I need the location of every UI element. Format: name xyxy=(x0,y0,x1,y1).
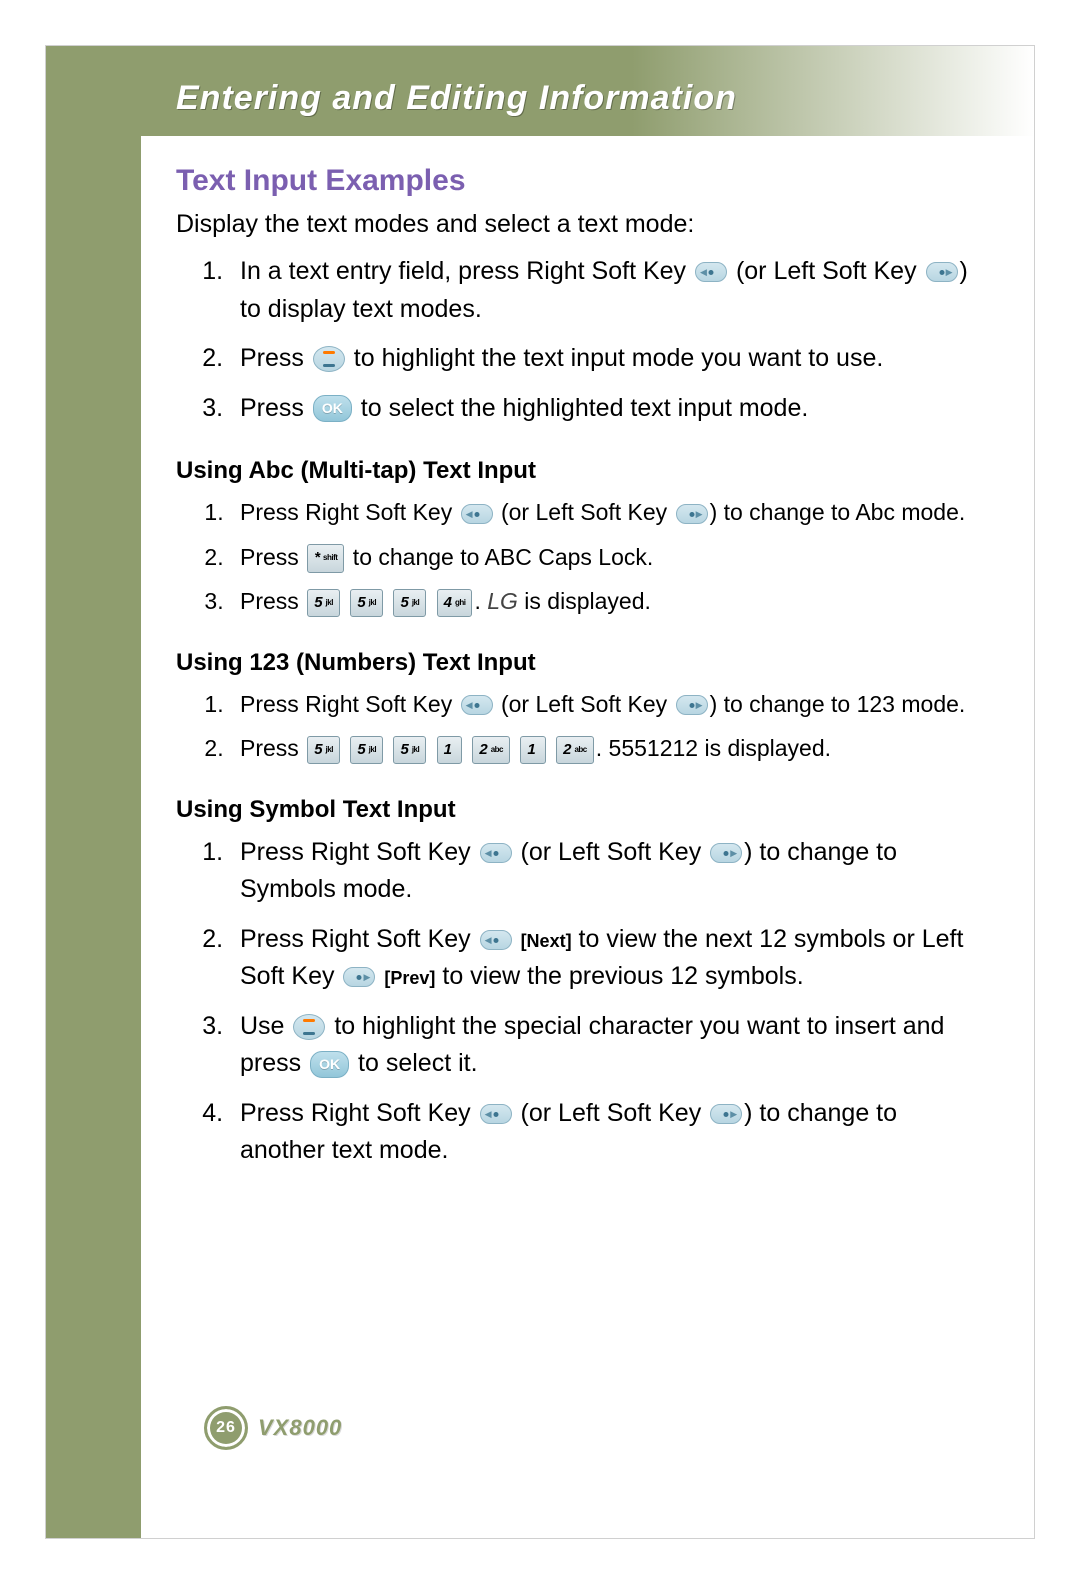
list-item: In a text entry field, press Right Soft … xyxy=(230,253,979,328)
softkey-right-icon xyxy=(710,843,742,863)
softkey-left-icon xyxy=(480,930,512,950)
top-steps: In a text entry field, press Right Soft … xyxy=(176,253,979,427)
section-intro: Display the text modes and select a text… xyxy=(176,210,979,239)
sym-title: Using Symbol Text Input xyxy=(176,796,979,824)
left-color-bar xyxy=(46,46,141,1538)
softkey-left-icon xyxy=(461,504,493,524)
abc-title: Using Abc (Multi-tap) Text Input xyxy=(176,457,979,485)
page-frame: Entering and Editing Information Text In… xyxy=(45,45,1035,1539)
num-title: Using 123 (Numbers) Text Input xyxy=(176,649,979,677)
phone-key-icon: 2abc xyxy=(472,736,510,765)
sym-steps: Press Right Soft Key (or Left Soft Key )… xyxy=(176,834,979,1170)
num-steps: Press Right Soft Key (or Left Soft Key )… xyxy=(176,687,979,766)
softkey-left-icon xyxy=(480,1104,512,1124)
list-item: Press Right Soft Key (or Left Soft Key )… xyxy=(230,687,979,722)
phone-key-icon: 1 xyxy=(437,736,462,765)
phone-key-icon: 1 xyxy=(520,736,545,765)
ok-key-icon: OK xyxy=(310,1051,349,1078)
list-item: Press to highlight the text input mode y… xyxy=(230,340,979,378)
ok-key-icon: OK xyxy=(313,395,352,422)
page-number: 26 xyxy=(216,1419,236,1437)
list-item: Press Right Soft Key [Next] to view the … xyxy=(230,921,979,996)
nav-key-icon xyxy=(293,1014,325,1040)
bold-label: [Next] xyxy=(521,931,572,951)
phone-key-icon: 5jkl xyxy=(350,736,383,765)
softkey-right-icon xyxy=(676,695,708,715)
phone-key-icon: 5jkl xyxy=(307,736,340,765)
footer: 26 VX8000 xyxy=(204,1406,342,1450)
phone-key-icon: 4ghi xyxy=(437,589,473,618)
bold-label: [Prev] xyxy=(384,968,435,988)
section-title: Text Input Examples xyxy=(176,164,979,198)
nav-key-icon xyxy=(313,346,345,372)
softkey-left-icon xyxy=(695,262,727,282)
body: Text Input Examples Display the text mod… xyxy=(141,136,1034,1170)
list-item: Press 5jkl 5jkl 5jkl 4ghi. LG is display… xyxy=(230,584,979,619)
list-item: Use to highlight the special character y… xyxy=(230,1008,979,1083)
phone-key-icon: 5jkl xyxy=(393,589,426,618)
model-label: VX8000 xyxy=(258,1415,342,1441)
softkey-left-icon xyxy=(480,843,512,863)
softkey-left-icon xyxy=(461,695,493,715)
softkey-right-icon xyxy=(343,967,375,987)
page-number-badge: 26 xyxy=(204,1406,248,1450)
list-item: Press OK to select the highlighted text … xyxy=(230,390,979,428)
list-item: Press Right Soft Key (or Left Soft Key )… xyxy=(230,1095,979,1170)
phone-key-icon: 5jkl xyxy=(393,736,426,765)
list-item: Press Right Soft Key (or Left Soft Key )… xyxy=(230,834,979,909)
page-title: Entering and Editing Information xyxy=(176,79,737,118)
list-item: Press 5jkl 5jkl 5jkl 1 2abc 1 2abc. 5551… xyxy=(230,731,979,766)
phone-key-icon: 5jkl xyxy=(350,589,383,618)
phone-key-icon: 5jkl xyxy=(307,589,340,618)
italic-text: LG xyxy=(487,588,518,614)
phone-key-icon: 2abc xyxy=(556,736,594,765)
header-band: Entering and Editing Information xyxy=(141,46,1034,136)
softkey-right-icon xyxy=(676,504,708,524)
list-item: Press Right Soft Key (or Left Soft Key )… xyxy=(230,495,979,530)
softkey-right-icon xyxy=(926,262,958,282)
softkey-right-icon xyxy=(710,1104,742,1124)
list-item: Press *shift to change to ABC Caps Lock. xyxy=(230,540,979,575)
content-area: Entering and Editing Information Text In… xyxy=(141,46,1034,1538)
phone-key-icon: *shift xyxy=(307,544,344,573)
abc-steps: Press Right Soft Key (or Left Soft Key )… xyxy=(176,495,979,619)
